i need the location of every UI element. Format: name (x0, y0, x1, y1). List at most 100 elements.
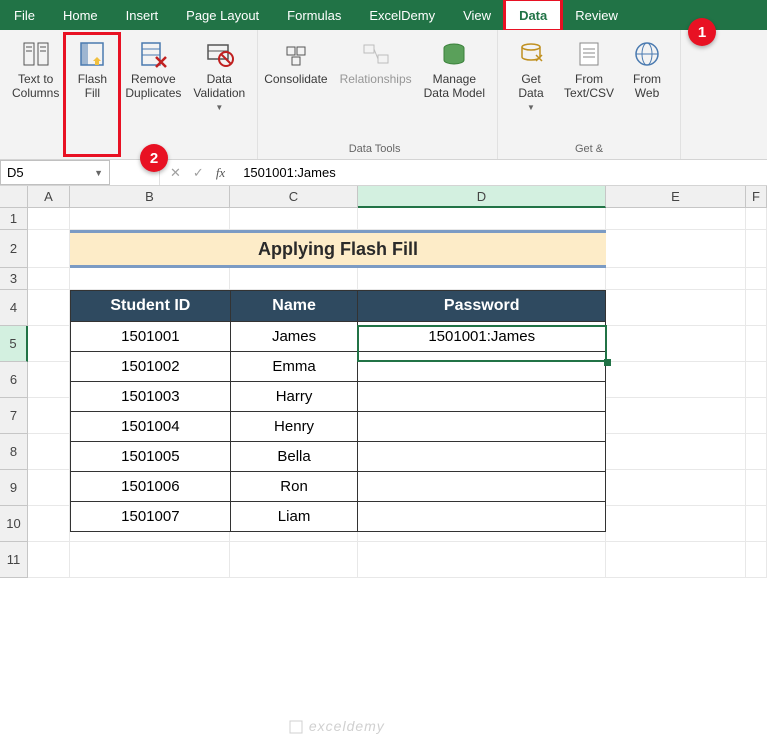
fx-icon[interactable]: fx (216, 165, 225, 181)
col-header-b[interactable]: B (70, 186, 230, 208)
consolidate-label: Consolidate (264, 72, 327, 86)
menu-exceldemy[interactable]: ExcelDemy (355, 0, 449, 30)
cell-b10[interactable]: 1501006 (71, 472, 231, 502)
relationships-icon (360, 38, 392, 70)
flash-fill-button[interactable]: FlashFill (65, 34, 119, 155)
consolidate-button[interactable]: Consolidate (258, 34, 333, 143)
row-header-5[interactable]: 5 (0, 326, 28, 362)
menu-review[interactable]: Review (561, 0, 632, 30)
table-row: 1501002Emma (71, 352, 606, 382)
data-validation-label: DataValidation (193, 72, 245, 101)
text-to-columns-button[interactable]: Text toColumns (6, 34, 65, 155)
get-data-label: GetData (518, 72, 543, 101)
cell-b5[interactable]: 1501001 (71, 322, 231, 352)
dropdown-arrow-icon: ▼ (215, 103, 223, 112)
data-validation-icon (203, 38, 235, 70)
cell-grid[interactable]: Applying Flash Fill Student ID Name Pass… (28, 208, 767, 578)
row-header-3[interactable]: 3 (0, 268, 28, 290)
cancel-icon[interactable]: ✕ (170, 165, 181, 181)
get-data-icon (515, 38, 547, 70)
cell-c11[interactable]: Liam (230, 502, 358, 532)
row-header-1[interactable]: 1 (0, 208, 28, 230)
cell-c8[interactable]: Henry (230, 412, 358, 442)
from-web-icon (631, 38, 663, 70)
group-label-data-tools: Data Tools (349, 143, 401, 157)
table-header-password[interactable]: Password (358, 291, 606, 322)
remove-duplicates-button[interactable]: RemoveDuplicates (119, 34, 187, 155)
from-web-button[interactable]: FromWeb (620, 34, 674, 143)
cell-d6[interactable] (358, 352, 606, 382)
row-header-11[interactable]: 11 (0, 542, 28, 578)
callout-badge-2: 2 (140, 144, 168, 172)
select-all-corner[interactable] (0, 186, 28, 208)
menu-data[interactable]: Data (505, 0, 561, 30)
row-header-2[interactable]: 2 (0, 230, 28, 268)
manage-data-model-button[interactable]: ManageData Model (418, 34, 491, 143)
cell-d7[interactable] (358, 382, 606, 412)
from-text-csv-button[interactable]: FromText/CSV (558, 34, 620, 143)
flash-fill-label: FlashFill (78, 72, 107, 101)
name-box[interactable]: D5 ▼ (0, 160, 110, 185)
menu-view[interactable]: View (449, 0, 505, 30)
enter-icon[interactable]: ✓ (193, 165, 204, 181)
title-banner[interactable]: Applying Flash Fill (70, 230, 606, 268)
cell-c5[interactable]: James (230, 322, 358, 352)
name-box-dropdown-icon[interactable]: ▼ (94, 168, 103, 178)
row-header-8[interactable]: 8 (0, 434, 28, 470)
cell-b6[interactable]: 1501002 (71, 352, 231, 382)
row-header-9[interactable]: 9 (0, 470, 28, 506)
cell-d10[interactable] (358, 472, 606, 502)
cell-d8[interactable] (358, 412, 606, 442)
row-header-4[interactable]: 4 (0, 290, 28, 326)
data-validation-button[interactable]: DataValidation ▼ (187, 34, 251, 155)
relationships-button[interactable]: Relationships (334, 34, 418, 143)
relationships-label: Relationships (340, 72, 412, 86)
name-box-value: D5 (7, 165, 24, 180)
ribbon-group-data-tools: Consolidate Relationships ManageData Mod… (258, 30, 498, 159)
table-row: 1501005Bella (71, 442, 606, 472)
text-to-columns-icon (20, 38, 52, 70)
cell-d9[interactable] (358, 442, 606, 472)
menu-page-layout[interactable]: Page Layout (172, 0, 273, 30)
dropdown-arrow-icon: ▼ (527, 103, 535, 112)
col-header-e[interactable]: E (606, 186, 746, 208)
cell-b9[interactable]: 1501005 (71, 442, 231, 472)
cell-b7[interactable]: 1501003 (71, 382, 231, 412)
formula-bar-row: D5 ▼ ✕ ✓ fx 1501001:James (0, 160, 767, 186)
table-row: 1501004Henry (71, 412, 606, 442)
col-header-d[interactable]: D (358, 186, 606, 208)
row-headers: 1 2 3 4 5 6 7 8 9 10 11 (0, 208, 28, 578)
col-header-a[interactable]: A (28, 186, 70, 208)
column-headers: A B C D E F (28, 186, 767, 208)
consolidate-icon (280, 38, 312, 70)
manage-data-model-label: ManageData Model (424, 72, 485, 101)
cell-c9[interactable]: Bella (230, 442, 358, 472)
table-header-student-id[interactable]: Student ID (71, 291, 231, 322)
col-header-f[interactable]: F (746, 186, 767, 208)
menu-file[interactable]: File (0, 0, 49, 30)
menu-formulas[interactable]: Formulas (273, 0, 355, 30)
col-header-c[interactable]: C (230, 186, 358, 208)
flash-fill-icon (76, 38, 108, 70)
table-row: 1501003Harry (71, 382, 606, 412)
ribbon: Text toColumns FlashFill RemoveDuplicate… (0, 30, 767, 160)
cell-c7[interactable]: Harry (230, 382, 358, 412)
menu-insert[interactable]: Insert (112, 0, 173, 30)
menu-home[interactable]: Home (49, 0, 112, 30)
row-header-10[interactable]: 10 (0, 506, 28, 542)
cell-d11[interactable] (358, 502, 606, 532)
row-header-6[interactable]: 6 (0, 362, 28, 398)
get-data-button[interactable]: GetData ▼ (504, 34, 558, 143)
cell-b11[interactable]: 1501007 (71, 502, 231, 532)
table-header-name[interactable]: Name (230, 291, 358, 322)
cell-b8[interactable]: 1501004 (71, 412, 231, 442)
cell-c10[interactable]: Ron (230, 472, 358, 502)
cell-c6[interactable]: Emma (230, 352, 358, 382)
from-text-csv-label: FromText/CSV (564, 72, 614, 101)
fill-handle[interactable] (604, 359, 611, 366)
formula-input[interactable]: 1501001:James (235, 160, 767, 185)
cell-d5[interactable]: 1501001:James (358, 322, 606, 352)
from-text-csv-icon (573, 38, 605, 70)
row-header-7[interactable]: 7 (0, 398, 28, 434)
table-row: 1501007Liam (71, 502, 606, 532)
